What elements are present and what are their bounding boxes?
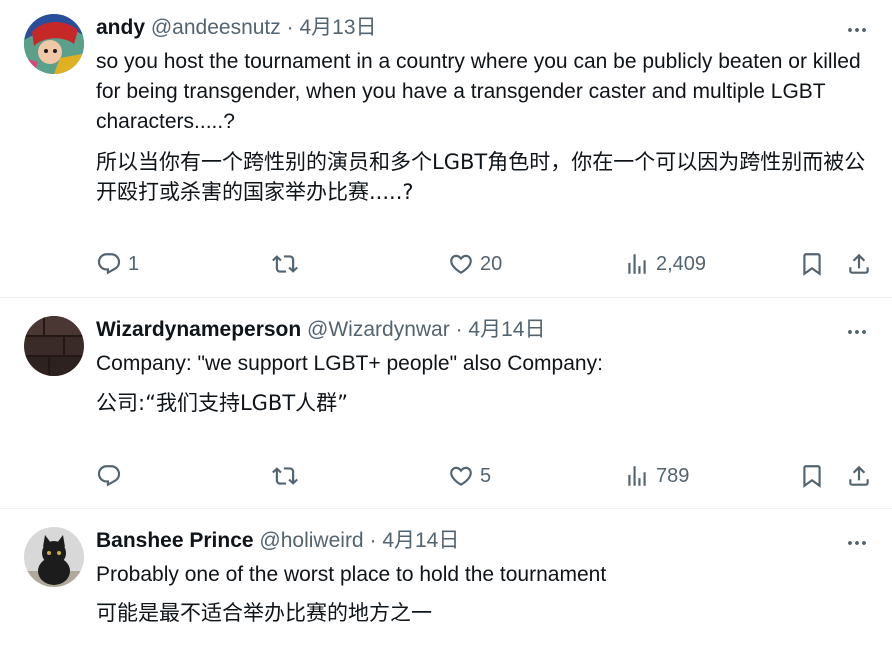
views-button[interactable]: 789 xyxy=(624,461,689,491)
views-button[interactable]: 2,409 xyxy=(624,249,706,279)
more-options-button[interactable] xyxy=(844,319,870,345)
avatar-image xyxy=(24,527,84,587)
separator-dot: · xyxy=(369,529,377,552)
more-icon xyxy=(845,18,869,42)
separator-dot: · xyxy=(286,16,294,39)
retweet-icon xyxy=(272,463,298,489)
tweet-header: Wizardynameperson @Wizardynwar · 4月14日 xyxy=(96,315,545,345)
views-icon xyxy=(624,251,650,277)
tweet-translation: 所以当你有一个跨性别的演员和多个LGBT角色时，你在一个可以因为跨性别而被公开殴… xyxy=(96,150,866,204)
user-name[interactable]: Banshee Prince xyxy=(96,529,254,552)
retweet-button[interactable] xyxy=(272,461,304,491)
tweet-date[interactable]: 4月13日 xyxy=(299,16,376,39)
user-handle[interactable]: @andeesnutz xyxy=(151,16,281,39)
share-icon[interactable] xyxy=(846,251,872,277)
tweet-date[interactable]: 4月14日 xyxy=(468,318,545,341)
user-name[interactable]: Wizardynameperson xyxy=(96,318,301,341)
avatar[interactable] xyxy=(24,316,84,376)
bookmark-icon[interactable] xyxy=(799,251,825,277)
avatar-image xyxy=(24,14,84,74)
retweet-icon xyxy=(272,251,298,277)
like-count: 20 xyxy=(480,253,503,275)
separator-dot: · xyxy=(455,318,463,341)
views-icon xyxy=(624,463,650,489)
like-count: 5 xyxy=(480,465,492,487)
user-handle[interactable]: @holiweird xyxy=(259,529,363,552)
tweet-text: so you host the tournament in a country … xyxy=(96,50,861,133)
tweet-text: Probably one of the worst place to hold … xyxy=(96,563,607,586)
heart-icon xyxy=(448,463,474,489)
user-handle[interactable]: @Wizardynwar xyxy=(307,318,450,341)
tweet[interactable]: andy @andeesnutz · 4月13日 so you host the… xyxy=(0,0,892,298)
tweet-header: Banshee Prince @holiweird · 4月14日 xyxy=(96,526,459,556)
avatar[interactable] xyxy=(24,527,84,587)
reply-count: 1 xyxy=(128,253,140,275)
tweet[interactable]: Wizardynameperson @Wizardynwar · 4月14日 C… xyxy=(0,298,892,509)
heart-icon xyxy=(448,251,474,277)
tweet-header: andy @andeesnutz · 4月13日 xyxy=(96,13,377,43)
reply-icon xyxy=(96,463,122,489)
reply-icon xyxy=(96,251,122,277)
share-icon[interactable] xyxy=(846,463,872,489)
user-name[interactable]: andy xyxy=(96,16,145,39)
retweet-button[interactable] xyxy=(272,249,304,279)
bookmark-icon[interactable] xyxy=(799,463,825,489)
more-icon xyxy=(845,320,869,344)
tweet-translation: 公司:“我们支持LGBT人群” xyxy=(96,391,349,415)
tweet-translation: 可能是最不适合举办比赛的地方之一 xyxy=(96,601,432,625)
avatar[interactable] xyxy=(24,14,84,74)
tweet-text: Company: "we support LGBT+ people" also … xyxy=(96,352,603,375)
tweet[interactable]: Banshee Prince @holiweird · 4月14日 Probab… xyxy=(0,509,892,658)
avatar-image xyxy=(24,316,84,376)
tweet-actions: 5 789 xyxy=(96,461,892,491)
more-icon xyxy=(845,531,869,555)
more-options-button[interactable] xyxy=(844,530,870,556)
more-options-button[interactable] xyxy=(844,17,870,43)
view-count: 2,409 xyxy=(656,253,707,275)
like-button[interactable]: 5 xyxy=(448,461,491,491)
tweet-actions: 1 20 2,409 xyxy=(96,249,892,279)
reply-button[interactable]: 1 xyxy=(96,249,139,279)
reply-button[interactable] xyxy=(96,461,128,491)
view-count: 789 xyxy=(656,465,690,487)
like-button[interactable]: 20 xyxy=(448,249,502,279)
tweet-date[interactable]: 4月14日 xyxy=(382,529,459,552)
